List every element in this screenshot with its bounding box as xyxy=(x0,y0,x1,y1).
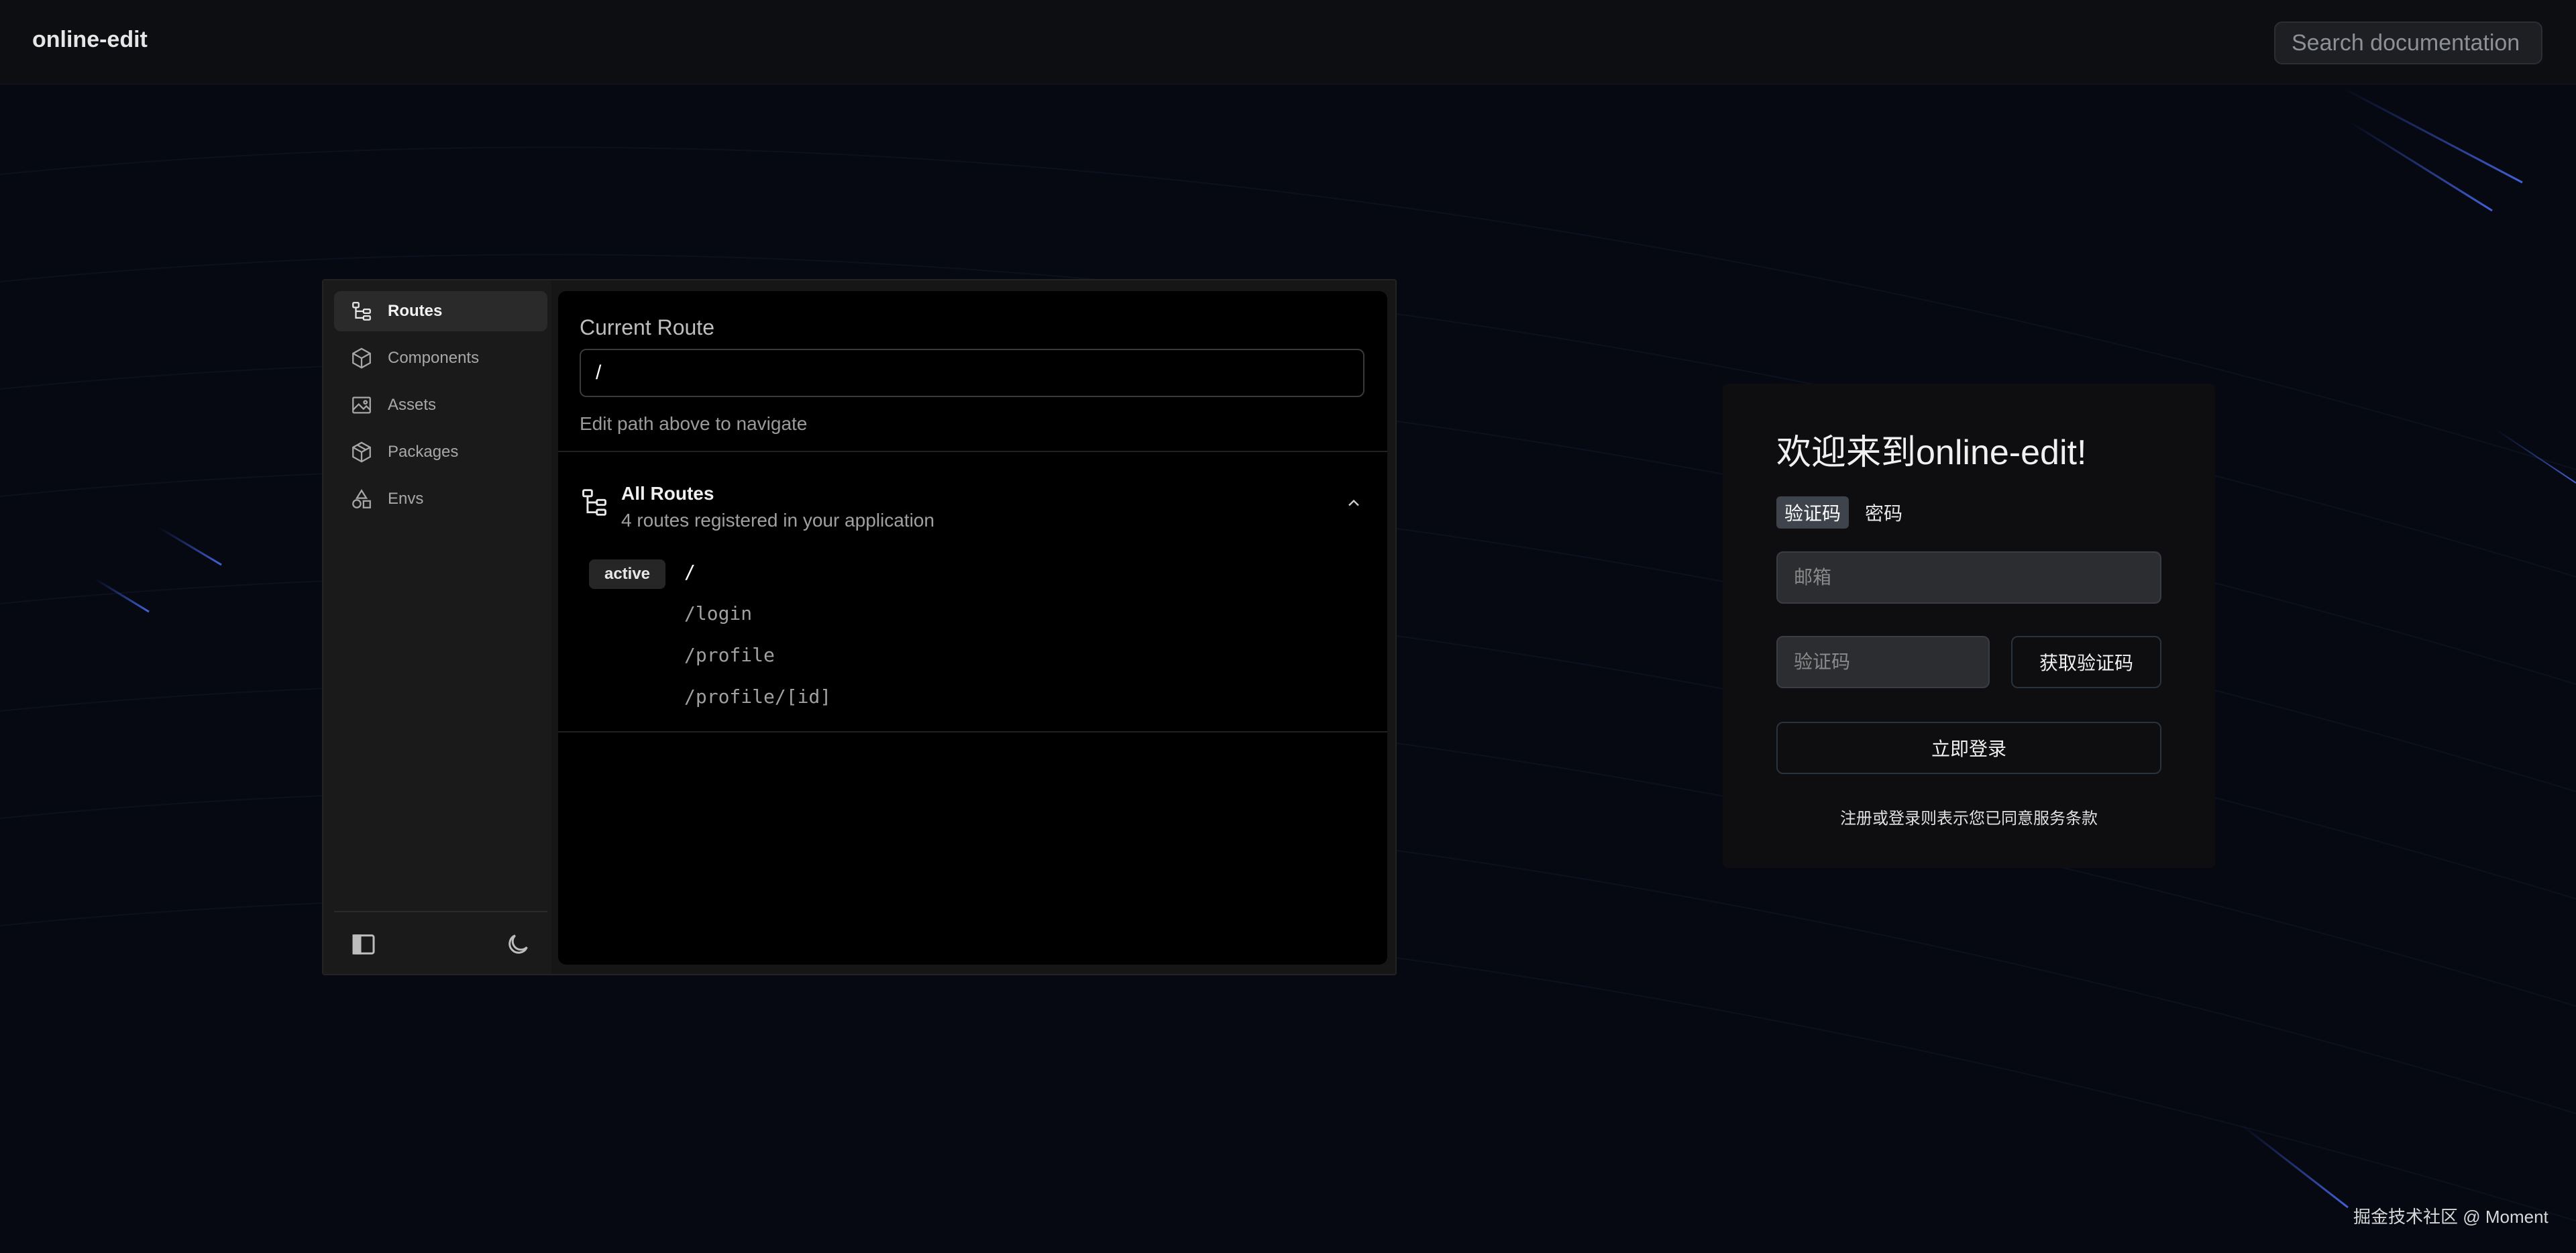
sidebar-item-label: Components xyxy=(388,349,480,367)
package-icon xyxy=(352,441,371,463)
sidebar-item-packages[interactable]: Packages xyxy=(334,432,547,472)
current-route-title: Current Route xyxy=(580,315,714,339)
sidebar-item-routes[interactable]: Routes xyxy=(334,291,547,331)
credit-watermark: 掘金技术社区 @ Moment xyxy=(2353,1207,2548,1227)
app-title[interactable]: online-edit xyxy=(32,27,148,53)
route-tree-icon xyxy=(352,302,371,321)
get-code-button[interactable]: 获取验证码 xyxy=(2011,636,2161,688)
sidebar-item-label: Packages xyxy=(388,443,459,461)
sidebar-item-label: Routes xyxy=(388,302,443,320)
devtools-panel: Routes Components Assets Packages Envs C… xyxy=(322,279,1397,975)
current-route-input[interactable] xyxy=(580,349,1364,397)
tab-password[interactable]: 密码 xyxy=(1857,496,1911,529)
login-card: 欢迎来到online-edit! 验证码 密码 获取验证码 立即登录 注册或登录… xyxy=(1723,384,2215,868)
search-input[interactable] xyxy=(2274,21,2542,64)
route-tree-icon xyxy=(582,489,606,516)
sidebar-item-label: Envs xyxy=(388,490,424,508)
login-button[interactable]: 立即登录 xyxy=(1776,722,2161,774)
image-icon xyxy=(352,396,371,414)
route-item[interactable]: / xyxy=(684,561,696,583)
routes-panel: Current Route Edit path above to navigat… xyxy=(558,291,1387,965)
route-item[interactable]: /profile xyxy=(684,644,775,666)
sidebar-item-label: Assets xyxy=(388,396,437,414)
tab-verification-code[interactable]: 验证码 xyxy=(1776,496,1849,529)
login-title: 欢迎来到online-edit! xyxy=(1776,433,2087,472)
sidebar-item-components[interactable]: Components xyxy=(334,338,547,378)
section-divider xyxy=(558,731,1387,732)
devtools-sidebar: Routes Components Assets Packages Envs xyxy=(323,280,551,974)
active-badge: active xyxy=(589,559,665,589)
current-route-hint: Edit path above to navigate xyxy=(580,413,808,434)
cube-icon xyxy=(352,347,371,369)
shapes-icon xyxy=(352,489,371,508)
sidebar-item-assets[interactable]: Assets xyxy=(334,385,547,425)
email-field[interactable] xyxy=(1776,551,2161,604)
terms-notice[interactable]: 注册或登录则表示您已同意服务条款 xyxy=(1723,805,2215,828)
code-field[interactable] xyxy=(1776,636,1990,688)
sidebar-toggle-icon[interactable] xyxy=(350,931,377,958)
route-item[interactable]: /profile/[id] xyxy=(684,686,831,708)
moon-icon[interactable] xyxy=(504,931,531,958)
sidebar-divider xyxy=(334,911,547,912)
all-routes-subtitle: 4 routes registered in your application xyxy=(621,510,934,531)
route-item[interactable]: /login xyxy=(684,602,752,624)
sidebar-item-envs[interactable]: Envs xyxy=(334,479,547,519)
all-routes-title[interactable]: All Routes xyxy=(621,483,714,504)
chevron-up-icon[interactable] xyxy=(1344,494,1363,512)
top-bar: online-edit xyxy=(0,0,2576,85)
section-divider xyxy=(558,451,1387,452)
